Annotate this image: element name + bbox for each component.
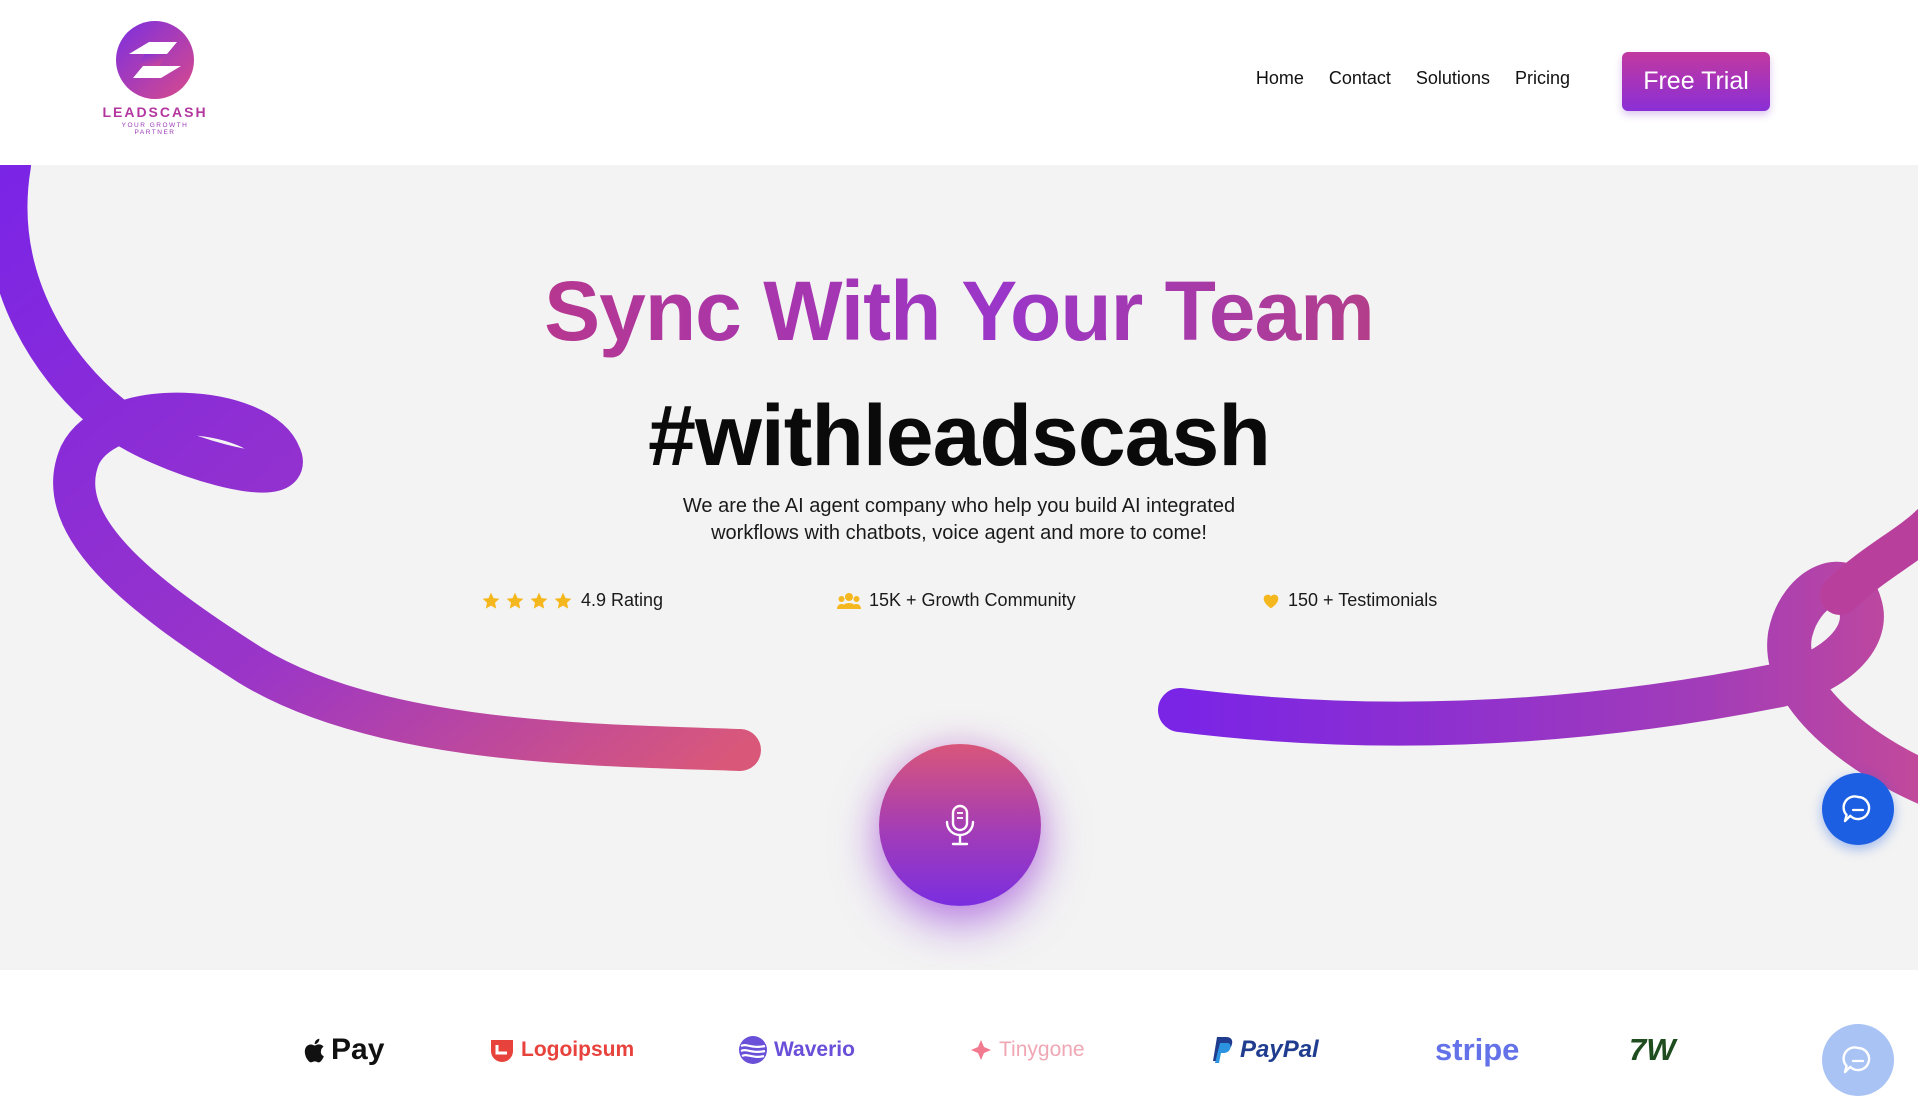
partner-apple-pay: Pay [303,1030,384,1070]
logoipsum-icon [491,1040,513,1062]
brand-logo[interactable]: LEADSCASH YOUR GROWTH PARTNER [100,20,210,136]
stat-community-label: 15K + Growth Community [869,590,1076,610]
site-header: LEADSCASH YOUR GROWTH PARTNER Home Conta… [0,0,1918,165]
star-icon [530,592,548,609]
partner-paypal: PayPal [1210,1030,1319,1070]
partner-apple-pay-label: Pay [331,1033,385,1066]
logo-name: LEADSCASH [102,104,208,120]
chat-icon [1842,1046,1871,1074]
rating-stars [481,591,573,611]
partner-tinygone: Tinygone [969,1030,1085,1070]
hero-title-text: Sync With Your Team [544,264,1375,358]
nav-solutions[interactable]: Solutions [1416,68,1490,89]
star-icon [554,592,572,609]
heart-icon [1263,594,1279,608]
leadscash-logo-icon [116,21,194,99]
nav-contact[interactable]: Contact [1329,68,1391,89]
waverio-icon [739,1036,767,1064]
partner-stripe: stripe [1435,1030,1519,1070]
partner-logos: Pay Logoipsum Waverio Tinygone PayPal st… [0,970,1918,1120]
hero-section: Sync With Your Team #withleadscash We ar… [0,165,1918,970]
main-nav: Home Contact Solutions Pricing [1256,68,1570,89]
stat-testimonials-label: 150 + Testimonials [1288,590,1438,610]
nav-pricing[interactable]: Pricing [1515,68,1570,89]
stat-testimonials: 150 + Testimonials [1262,590,1437,611]
free-trial-button[interactable]: Free Trial [1622,52,1770,111]
chat-widget-button[interactable] [1822,773,1894,845]
users-icon [837,592,861,609]
voice-agent-button[interactable] [879,744,1041,906]
partner-paypal-label: PayPal [1240,1036,1319,1063]
partner-logoipsum: Logoipsum [489,1030,634,1070]
stat-community: 15K + Growth Community [837,590,1076,611]
partner-stripe-label: stripe [1435,1032,1520,1067]
apple-icon [304,1038,324,1062]
paypal-icon [1213,1037,1233,1063]
partner-waverio: Waverio [738,1030,855,1070]
partner-logoipsum-label: Logoipsum [521,1038,635,1061]
nav-home[interactable]: Home [1256,68,1304,89]
tinygone-icon [971,1040,991,1060]
chat-icon [1842,795,1871,823]
stat-rating: 4.9 Rating [481,590,663,611]
hero-description: We are the AI agent company who help you… [682,495,1236,544]
star-icon [506,592,524,609]
partner-wise: 7W [1629,1030,1676,1070]
partner-wise-label: 7W [1629,1032,1676,1067]
star-icon [482,592,500,609]
page: LEADSCASH YOUR GROWTH PARTNER Home Conta… [0,0,1918,1120]
partner-tinygone-label: Tinygone [999,1038,1085,1061]
logo-tagline: YOUR GROWTH PARTNER [121,122,189,136]
partner-waverio-label: Waverio [774,1038,855,1061]
hero-title: Sync With Your Team [0,263,1918,360]
microphone-icon [945,804,975,846]
stat-rating-label: 4.9 Rating [581,590,664,610]
chat-widget-secondary-button[interactable] [1822,1024,1894,1096]
hero-hashtag: #withleadscash [648,388,1271,484]
